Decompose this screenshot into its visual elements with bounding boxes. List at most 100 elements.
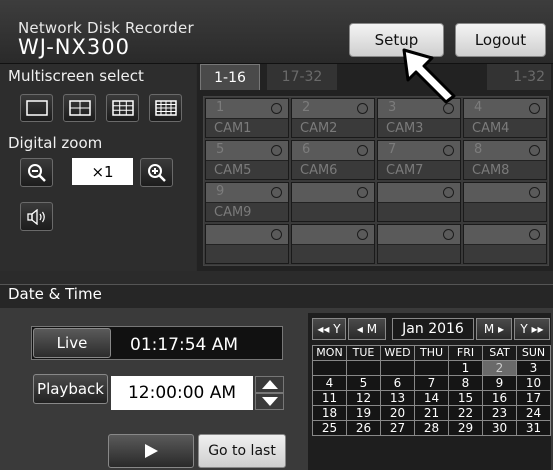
camera-tile[interactable]: [205, 224, 289, 264]
weekday-header: THU: [414, 345, 449, 361]
model-name: WJ-NX300: [18, 35, 130, 59]
camera-number: 3: [388, 100, 397, 115]
camera-number: 5: [216, 142, 225, 157]
calendar-day[interactable]: 1: [448, 360, 483, 376]
calendar-day[interactable]: 19: [346, 405, 381, 421]
calendar-day: [414, 360, 449, 376]
tab-1-16[interactable]: 1-16: [200, 64, 260, 90]
calendar-day[interactable]: 31: [516, 420, 551, 436]
camera-tile[interactable]: [377, 224, 461, 264]
calendar-day: [346, 360, 381, 376]
calendar-day[interactable]: 30: [482, 420, 517, 436]
calendar-day[interactable]: 5: [346, 375, 381, 391]
status-circle-icon: [529, 229, 540, 240]
camera-tile[interactable]: [291, 182, 375, 222]
calendar-day[interactable]: 16: [482, 390, 517, 406]
calendar-day[interactable]: 28: [414, 420, 449, 436]
zoom-out-button[interactable]: [20, 158, 53, 187]
logout-button[interactable]: Logout: [455, 23, 546, 57]
camera-tile[interactable]: 7 CAM7: [377, 140, 461, 180]
calendar-day[interactable]: 21: [414, 405, 449, 421]
calendar-day[interactable]: 3: [516, 360, 551, 376]
nine-screen-icon: [111, 100, 134, 116]
tab-1-32[interactable]: 1-32: [487, 64, 551, 90]
calendar-day[interactable]: 24: [516, 405, 551, 421]
camera-name: [378, 202, 460, 221]
camera-tile[interactable]: 5 CAM5: [205, 140, 289, 180]
weekday-header: SUN: [516, 345, 551, 361]
status-circle-icon: [271, 145, 282, 156]
go-to-last-button[interactable]: Go to last: [198, 434, 286, 468]
layout-16-button[interactable]: [149, 94, 182, 122]
single-screen-icon: [25, 100, 48, 116]
calendar-day[interactable]: 10: [516, 375, 551, 391]
calendar-day[interactable]: 26: [346, 420, 381, 436]
camera-tile[interactable]: [291, 224, 375, 264]
calendar-day[interactable]: 4: [312, 375, 347, 391]
calendar-day[interactable]: 18: [312, 405, 347, 421]
audio-button[interactable]: [20, 202, 53, 231]
layout-4-button[interactable]: [63, 94, 96, 122]
calendar-day[interactable]: 2: [482, 360, 517, 376]
calendar-grid: MON TUE WED THU FRI SAT SUN 1 2 3 4 5 6 7 8 9 10 11 12 13 14…: [312, 345, 551, 436]
camera-tile[interactable]: 2 CAM2: [291, 98, 375, 138]
calendar-day[interactable]: 22: [448, 405, 483, 421]
time-up-button[interactable]: [255, 376, 284, 393]
camera-name: CAM2: [292, 118, 374, 137]
multiscreen-select-label: Multiscreen select: [8, 67, 144, 85]
camera-name: CAM4: [464, 118, 546, 137]
camera-tile[interactable]: [377, 182, 461, 222]
next-year-button[interactable]: Y ▸▸: [514, 318, 550, 340]
zoom-in-button[interactable]: [140, 158, 173, 187]
camera-number: 2: [302, 100, 311, 115]
camera-tile[interactable]: [463, 224, 547, 264]
calendar-day[interactable]: 14: [414, 390, 449, 406]
camera-name: [206, 244, 288, 263]
calendar-day[interactable]: 7: [414, 375, 449, 391]
playback-time-field[interactable]: 12:00:00 AM: [111, 376, 253, 410]
weekday-header: MON: [312, 345, 347, 361]
camera-tile[interactable]: [463, 182, 547, 222]
status-circle-icon: [271, 229, 282, 240]
time-down-button[interactable]: [255, 393, 284, 410]
prev-year-button[interactable]: ◂◂ Y: [312, 318, 346, 340]
calendar-day[interactable]: 27: [380, 420, 415, 436]
status-circle-icon: [357, 145, 368, 156]
camera-tile[interactable]: 9 CAM9: [205, 182, 289, 222]
tab-17-32[interactable]: 17-32: [267, 64, 337, 90]
camera-number: 4: [474, 100, 483, 115]
camera-number: 1: [216, 100, 225, 115]
quad-screen-icon: [68, 100, 91, 116]
camera-tile[interactable]: 8 CAM8: [463, 140, 547, 180]
weekday-header: TUE: [346, 345, 381, 361]
calendar-day[interactable]: 11: [312, 390, 347, 406]
sixteen-screen-icon: [154, 100, 177, 116]
camera-number: 7: [388, 142, 397, 157]
camera-tile[interactable]: 6 CAM6: [291, 140, 375, 180]
camera-name: [378, 244, 460, 263]
status-circle-icon: [529, 187, 540, 198]
status-circle-icon: [529, 103, 540, 114]
camera-name: CAM5: [206, 160, 288, 179]
calendar-day[interactable]: 29: [448, 420, 483, 436]
camera-tile[interactable]: 4 CAM4: [463, 98, 547, 138]
calendar-day[interactable]: 23: [482, 405, 517, 421]
calendar-day[interactable]: 17: [516, 390, 551, 406]
calendar-day[interactable]: 6: [380, 375, 415, 391]
play-button[interactable]: [108, 434, 194, 468]
calendar-day[interactable]: 12: [346, 390, 381, 406]
calendar-day[interactable]: 9: [482, 375, 517, 391]
calendar-day[interactable]: 25: [312, 420, 347, 436]
next-month-button[interactable]: M ▸: [476, 318, 512, 340]
camera-name: [464, 202, 546, 221]
layout-9-button[interactable]: [106, 94, 139, 122]
camera-tile[interactable]: 1 CAM1: [205, 98, 289, 138]
calendar-day[interactable]: 8: [448, 375, 483, 391]
calendar-day[interactable]: 20: [380, 405, 415, 421]
live-button[interactable]: Live: [33, 328, 111, 358]
calendar-day[interactable]: 13: [380, 390, 415, 406]
prev-month-button[interactable]: ◂ M: [348, 318, 386, 340]
layout-1-button[interactable]: [20, 94, 53, 122]
calendar-day[interactable]: 15: [448, 390, 483, 406]
playback-button[interactable]: Playback: [33, 374, 108, 404]
